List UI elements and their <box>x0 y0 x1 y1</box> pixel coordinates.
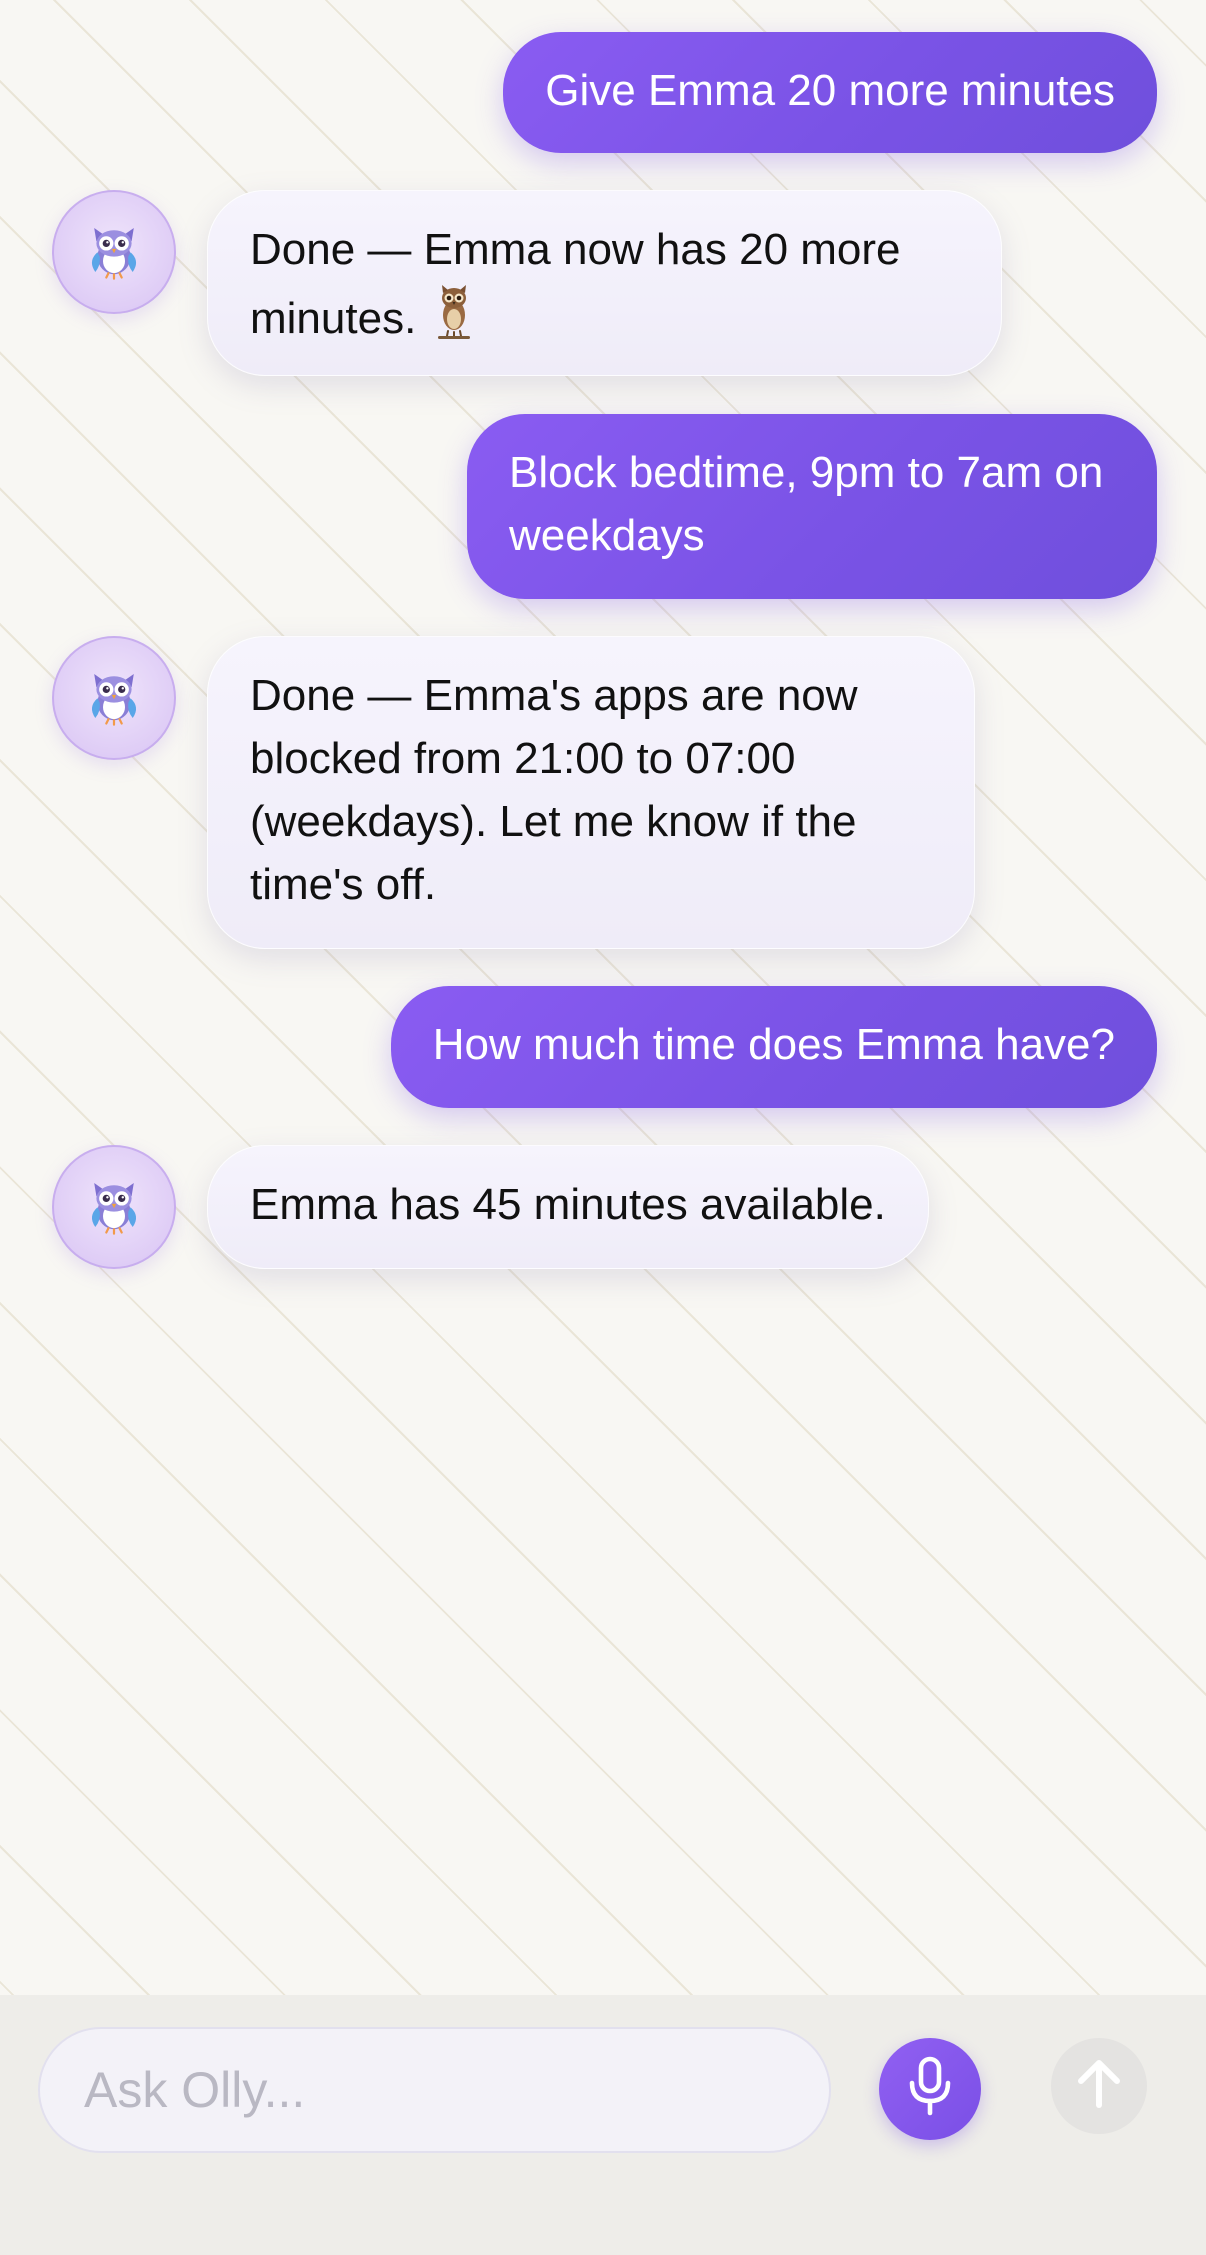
user-message-bubble: Give Emma 20 more minutes <box>503 32 1157 153</box>
assistant-message-bubble: Emma has 45 minutes available. <box>207 1145 929 1269</box>
user-message-text: Block bedtime, 9pm to 7am on weekdays <box>509 448 1104 560</box>
assistant-message-bubble: Done — Emma's apps are now blocked from … <box>207 636 975 949</box>
user-message-bubble: Block bedtime, 9pm to 7am on weekdays <box>467 414 1157 599</box>
owl-icon <box>81 1172 147 1243</box>
message-input[interactable] <box>82 2060 787 2120</box>
user-message-bubble: How much time does Emma have? <box>390 986 1157 1108</box>
owl-icon <box>81 217 147 288</box>
owl-icon <box>434 281 474 358</box>
send-button[interactable] <box>1051 2038 1147 2134</box>
microphone-icon <box>904 2056 956 2123</box>
assistant-message-text: Done — Emma now has 20 more minutes. <box>250 225 901 343</box>
olly-avatar <box>52 1145 176 1269</box>
message-composer <box>0 1995 1206 2255</box>
microphone-button[interactable] <box>879 2038 981 2140</box>
chat-thread: Give Emma 20 more minutes Done — Emma no… <box>0 0 1206 1995</box>
assistant-message-bubble: Done — Emma now has 20 more minutes. <box>207 190 1002 376</box>
assistant-message-text: Done — Emma's apps are now blocked from … <box>250 671 858 909</box>
olly-avatar <box>52 190 176 314</box>
message-input-container[interactable] <box>38 2027 831 2153</box>
olly-avatar <box>52 636 176 760</box>
owl-icon <box>81 663 147 734</box>
arrow-up-icon <box>1074 2057 1124 2116</box>
user-message-text: How much time does Emma have? <box>432 1020 1115 1069</box>
assistant-message-text: Emma has 45 minutes available. <box>250 1180 886 1229</box>
user-message-text: Give Emma 20 more minutes <box>545 66 1115 115</box>
